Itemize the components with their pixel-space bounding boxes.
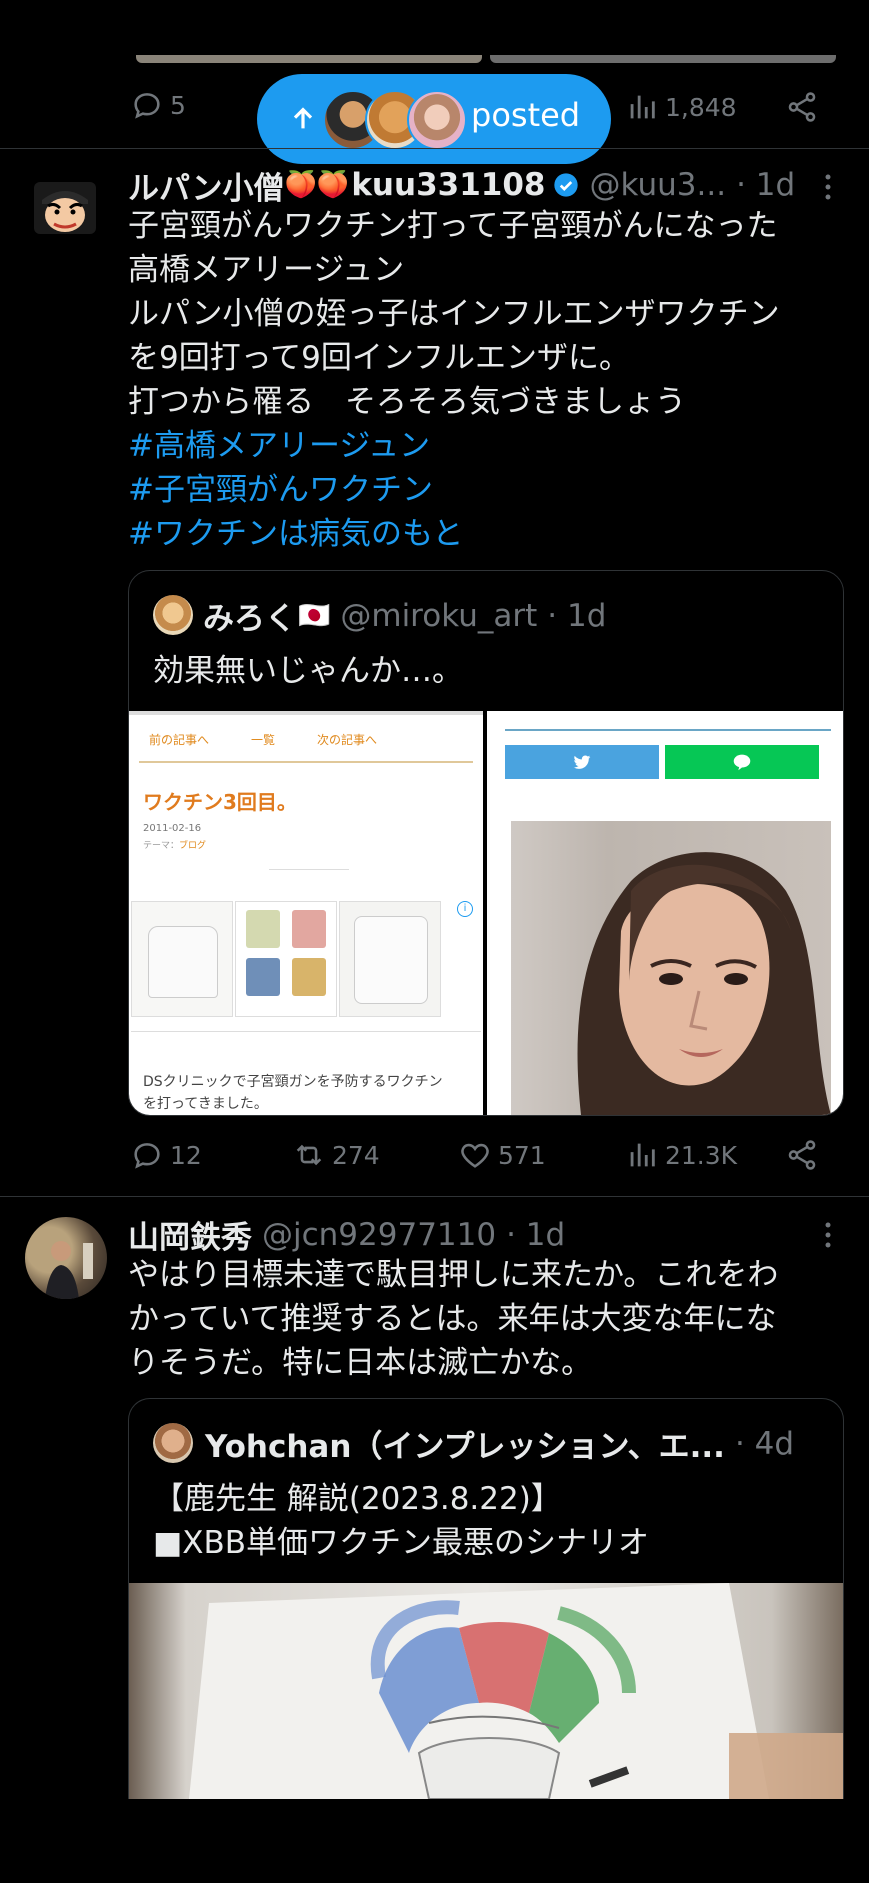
quote1-name: みろく bbox=[203, 601, 296, 637]
views-icon bbox=[630, 1143, 655, 1167]
quote1-flag: 🇯🇵 bbox=[298, 600, 331, 631]
tweet1-text: 子宮頸がんワクチン打って子宮頸がんになった 高橋メアリージュン ルパン小僧の姪っ… bbox=[128, 204, 848, 556]
tweet1-display-name[interactable]: ルパン小僧 bbox=[128, 163, 285, 208]
quote2-text-line: ■XBB単価ワクチン最悪のシナリオ bbox=[153, 1525, 650, 1561]
blog-nav-prev: 前の記事へ bbox=[149, 733, 210, 747]
image-gap bbox=[483, 711, 487, 1115]
quote2-text-line: 【鹿先生 解説(2023.8.22)】 bbox=[153, 1481, 562, 1517]
tweet2-text-line: やはり目標未達で駄目押しに来たか。これをわ bbox=[128, 1257, 779, 1293]
tweet1-header: ルパン小僧 🍑🍑 kuu331108 @kuu3... · 1d bbox=[128, 163, 838, 208]
share-icon bbox=[788, 92, 816, 122]
hashtag-link[interactable]: #高橋メアリージュン bbox=[128, 424, 848, 468]
quote1-text: 効果無いじゃんか…。 bbox=[153, 653, 463, 689]
quote1-image-left[interactable]: 前の記事へ 一覧 次の記事へ ワクチン3回目。 2011-02-16 テーマ：ブ… bbox=[129, 711, 483, 1115]
tweet1-text-line: を9回打って9回インフルエンザに。 bbox=[128, 340, 630, 376]
blog-footer-2: を打ってきました。 bbox=[143, 1096, 268, 1112]
quote2-avatar[interactable] bbox=[153, 1423, 193, 1463]
tweet1-avatar[interactable] bbox=[34, 182, 96, 234]
tweet1-text-line: 子宮頸がんワクチン打って子宮頸がんになった bbox=[128, 208, 778, 244]
bird-icon bbox=[573, 755, 591, 769]
quote2-name: Yohchan（インプレッション、エ... bbox=[205, 1429, 725, 1465]
news-photo bbox=[511, 821, 831, 1115]
retweet-icon bbox=[296, 1144, 322, 1166]
verified-icon bbox=[553, 173, 578, 197]
like-count: 571 bbox=[498, 1140, 546, 1170]
arrow-up-icon bbox=[293, 107, 313, 129]
line-icon bbox=[733, 754, 751, 771]
blog-nav-next: 次の記事へ bbox=[317, 733, 378, 747]
tweet1-reply-button[interactable]: 12 bbox=[130, 1138, 202, 1172]
tweet2-avatar[interactable] bbox=[25, 1217, 107, 1299]
quote1-handle: @miroku_art bbox=[340, 597, 538, 634]
tweet2-text-line: かっていて推奨するとは。来年は大変な年にな bbox=[128, 1301, 777, 1337]
quote1-header: みろく 🇯🇵 @miroku_art · 1d bbox=[203, 593, 606, 638]
blog-theme: ブログ bbox=[179, 841, 207, 851]
twitter-share-button[interactable] bbox=[505, 745, 659, 779]
tweet1-views-button[interactable]: 21.3K bbox=[625, 1138, 737, 1172]
top-reply-button[interactable]: 5 bbox=[130, 88, 186, 122]
blog-theme-label: テーマ： bbox=[143, 841, 180, 851]
blog-date: 2011-02-16 bbox=[143, 823, 202, 834]
quote1-avatar[interactable] bbox=[153, 595, 193, 635]
hashtag-link[interactable]: #ワクチンは病気のもと bbox=[128, 512, 848, 556]
tweet1-like-button[interactable]: 571 bbox=[458, 1138, 546, 1172]
tweet1-handle[interactable]: @kuu3... bbox=[590, 167, 727, 203]
reply-count: 5 bbox=[170, 90, 186, 120]
quote1-image-right[interactable] bbox=[487, 711, 843, 1115]
tweet2-more-icon[interactable] bbox=[820, 1220, 836, 1250]
tweet2-text-line: りそうだ。特に日本は滅亡かな。 bbox=[128, 1345, 593, 1381]
top-share-button[interactable] bbox=[785, 90, 819, 124]
pill-label: posted bbox=[471, 96, 581, 134]
tweet1-name-emoji: 🍑🍑 bbox=[284, 170, 350, 200]
tweet1-more-icon[interactable] bbox=[820, 172, 836, 202]
quote1-time: · 1d bbox=[547, 597, 607, 634]
reply-icon bbox=[134, 1143, 160, 1169]
views-count: 21.3K bbox=[665, 1140, 738, 1170]
share-icon bbox=[788, 1140, 816, 1170]
new-posts-pill[interactable]: posted bbox=[257, 74, 611, 164]
heart-icon bbox=[461, 1143, 489, 1168]
quote2-text: 【鹿先生 解説(2023.8.22)】 ■XBB単価ワクチン最悪のシナリオ bbox=[153, 1477, 649, 1565]
tweet1-time[interactable]: · 1d bbox=[736, 167, 795, 203]
tweet1-quote-card[interactable]: みろく 🇯🇵 @miroku_art · 1d 効果無いじゃんか…。 前の記事へ… bbox=[128, 570, 844, 1116]
tweet1-text-line: 打つから罹る そろそろ気づきましょう bbox=[128, 384, 686, 420]
pill-avatar-3 bbox=[407, 90, 467, 150]
hashtag-link[interactable]: #子宮頸がんワクチン bbox=[128, 468, 848, 512]
info-icon[interactable]: i bbox=[457, 901, 473, 917]
tweet2-text: やはり目標未達で駄目押しに来たか。これをわ かっていて推奨するとは。来年は大変な… bbox=[128, 1253, 848, 1385]
reply-icon bbox=[134, 93, 160, 119]
tweet2-handle[interactable]: @jcn92977110 bbox=[262, 1217, 496, 1253]
divider bbox=[0, 148, 869, 149]
views-icon bbox=[630, 95, 655, 119]
tweet2-header: 山岡鉄秀 @jcn92977110 · 1d bbox=[128, 1212, 565, 1257]
blog-nav-list: 一覧 bbox=[251, 733, 276, 747]
retweet-count: 274 bbox=[332, 1140, 380, 1170]
top-tweet-media-remnant[interactable] bbox=[136, 55, 836, 63]
tweet2-time[interactable]: · 1d bbox=[506, 1217, 565, 1253]
quote2-time: · 4d bbox=[734, 1425, 795, 1462]
quote2-image[interactable] bbox=[129, 1583, 843, 1799]
tweet1-retweet-button[interactable]: 274 bbox=[292, 1138, 380, 1172]
line-share-button[interactable] bbox=[665, 745, 819, 779]
tweet1-text-line: 高橋メアリージュン bbox=[128, 252, 405, 288]
divider bbox=[0, 1196, 869, 1197]
reply-count: 12 bbox=[170, 1140, 202, 1170]
tweet2-quote-card[interactable]: Yohchan（インプレッション、エ... · 4d 【鹿先生 解説(2023.… bbox=[128, 1398, 844, 1799]
blog-title: ワクチン3回目。 bbox=[143, 790, 297, 814]
top-views-button[interactable]: 1,848 bbox=[625, 90, 737, 124]
tweet2-display-name[interactable]: 山岡鉄秀 bbox=[128, 1212, 252, 1257]
quote2-header: Yohchan（インプレッション、エ... · 4d bbox=[205, 1421, 794, 1466]
blog-footer: DSクリニックで子宮頸ガンを予防するワクチン bbox=[143, 1074, 443, 1090]
tweet1-text-line: ルパン小僧の姪っ子はインフルエンザワクチン bbox=[128, 296, 780, 332]
tweet1-share-button[interactable] bbox=[785, 1138, 819, 1172]
tweet1-handle-name[interactable]: kuu331108 bbox=[351, 167, 545, 203]
views-count: 1,848 bbox=[665, 92, 737, 122]
